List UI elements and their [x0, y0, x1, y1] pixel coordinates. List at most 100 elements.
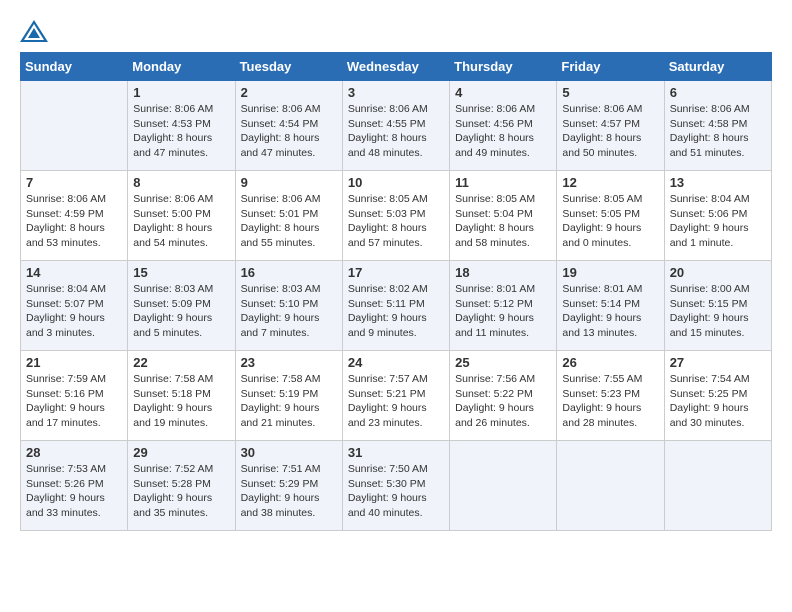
calendar-cell: 27Sunrise: 7:54 AMSunset: 5:25 PMDayligh…: [664, 351, 771, 441]
day-info: Sunrise: 8:02 AMSunset: 5:11 PMDaylight:…: [348, 282, 444, 341]
day-number: 31: [348, 445, 444, 460]
day-number: 9: [241, 175, 337, 190]
calendar-cell: 3Sunrise: 8:06 AMSunset: 4:55 PMDaylight…: [342, 81, 449, 171]
day-info: Sunrise: 8:06 AMSunset: 4:54 PMDaylight:…: [241, 102, 337, 161]
calendar-cell: 4Sunrise: 8:06 AMSunset: 4:56 PMDaylight…: [450, 81, 557, 171]
day-info: Sunrise: 7:55 AMSunset: 5:23 PMDaylight:…: [562, 372, 658, 431]
day-number: 10: [348, 175, 444, 190]
day-header-wednesday: Wednesday: [342, 53, 449, 81]
day-number: 22: [133, 355, 229, 370]
day-number: 11: [455, 175, 551, 190]
day-info: Sunrise: 8:06 AMSunset: 5:00 PMDaylight:…: [133, 192, 229, 251]
day-header-friday: Friday: [557, 53, 664, 81]
calendar-cell: 11 Sunrise: 8:05 AMSunset: 5:04 PMDayligh…: [450, 171, 557, 261]
calendar-cell: 17 Sunrise: 8:02 AMSunset: 5:11 PMDayligh…: [342, 261, 449, 351]
day-number: 8: [133, 175, 229, 190]
week-row-2: 7 Sunrise: 8:06 AMSunset: 4:59 PMDaylight…: [21, 171, 772, 261]
day-info: Sunrise: 7:53 AMSunset: 5:26 PMDaylight:…: [26, 462, 122, 521]
calendar-cell: 2 Sunrise: 8:06 AMSunset: 4:54 PMDaylight…: [235, 81, 342, 171]
day-number: 18: [455, 265, 551, 280]
calendar-cell: 5Sunrise: 8:06 AMSunset: 4:57 PMDaylight…: [557, 81, 664, 171]
calendar-cell: 1Sunrise: 8:06 AMSunset: 4:53 PMDaylight…: [128, 81, 235, 171]
calendar-cell: 18 Sunrise: 8:01 AMSunset: 5:12 PMDayligh…: [450, 261, 557, 351]
day-number: 6: [670, 85, 766, 100]
calendar-cell: 29 Sunrise: 7:52 AMSunset: 5:28 PMDayligh…: [128, 441, 235, 531]
day-number: 15: [133, 265, 229, 280]
day-number: 17: [348, 265, 444, 280]
day-header-tuesday: Tuesday: [235, 53, 342, 81]
week-row-3: 14 Sunrise: 8:04 AMSunset: 5:07 PMDayligh…: [21, 261, 772, 351]
week-row-4: 21 Sunrise: 7:59 AMSunset: 5:16 PMDayligh…: [21, 351, 772, 441]
calendar-cell: 24 Sunrise: 7:57 AMSunset: 5:21 PMDayligh…: [342, 351, 449, 441]
calendar-cell: 10 Sunrise: 8:05 AMSunset: 5:03 PMDayligh…: [342, 171, 449, 261]
day-info: Sunrise: 7:51 AMSunset: 5:29 PMDaylight:…: [241, 462, 337, 521]
day-info: Sunrise: 7:58 AMSunset: 5:19 PMDaylight:…: [241, 372, 337, 431]
day-number: 3: [348, 85, 444, 100]
day-info: Sunrise: 7:57 AMSunset: 5:21 PMDaylight:…: [348, 372, 444, 431]
day-info: Sunrise: 8:06 AMSunset: 4:58 PMDaylight:…: [670, 102, 766, 161]
calendar-cell: 21 Sunrise: 7:59 AMSunset: 5:16 PMDayligh…: [21, 351, 128, 441]
calendar-cell: 31 Sunrise: 7:50 AMSunset: 5:30 PMDayligh…: [342, 441, 449, 531]
calendar-cell: 23Sunrise: 7:58 AMSunset: 5:19 PMDayligh…: [235, 351, 342, 441]
calendar-cell: [664, 441, 771, 531]
calendar-cell: 22 Sunrise: 7:58 AMSunset: 5:18 PMDayligh…: [128, 351, 235, 441]
calendar-cell: 14 Sunrise: 8:04 AMSunset: 5:07 PMDayligh…: [21, 261, 128, 351]
day-info: Sunrise: 8:05 AMSunset: 5:04 PMDaylight:…: [455, 192, 551, 251]
day-number: 30: [241, 445, 337, 460]
day-info: Sunrise: 8:05 AMSunset: 5:03 PMDaylight:…: [348, 192, 444, 251]
day-number: 14: [26, 265, 122, 280]
calendar-cell: 26 Sunrise: 7:55 AMSunset: 5:23 PMDayligh…: [557, 351, 664, 441]
calendar-cell: 20 Sunrise: 8:00 AMSunset: 5:15 PMDayligh…: [664, 261, 771, 351]
day-info: Sunrise: 7:59 AMSunset: 5:16 PMDaylight:…: [26, 372, 122, 431]
day-info: Sunrise: 8:06 AMSunset: 4:53 PMDaylight:…: [133, 102, 229, 161]
calendar-cell: 7 Sunrise: 8:06 AMSunset: 4:59 PMDaylight…: [21, 171, 128, 261]
day-header-sunday: Sunday: [21, 53, 128, 81]
day-number: 28: [26, 445, 122, 460]
day-info: Sunrise: 8:00 AMSunset: 5:15 PMDaylight:…: [670, 282, 766, 341]
calendar-cell: 13Sunrise: 8:04 AMSunset: 5:06 PMDayligh…: [664, 171, 771, 261]
header: [20, 20, 772, 42]
day-number: 21: [26, 355, 122, 370]
day-number: 13: [670, 175, 766, 190]
day-info: Sunrise: 7:52 AMSunset: 5:28 PMDaylight:…: [133, 462, 229, 521]
day-number: 12: [562, 175, 658, 190]
calendar-cell: 15 Sunrise: 8:03 AMSunset: 5:09 PMDayligh…: [128, 261, 235, 351]
day-info: Sunrise: 7:58 AMSunset: 5:18 PMDaylight:…: [133, 372, 229, 431]
calendar-cell: 9Sunrise: 8:06 AMSunset: 5:01 PMDaylight…: [235, 171, 342, 261]
day-number: 26: [562, 355, 658, 370]
logo: [20, 20, 52, 42]
calendar-table: SundayMondayTuesdayWednesdayThursdayFrid…: [20, 52, 772, 531]
logo-icon: [20, 20, 48, 42]
calendar-cell: 8 Sunrise: 8:06 AMSunset: 5:00 PMDaylight…: [128, 171, 235, 261]
day-number: 2: [241, 85, 337, 100]
day-header-thursday: Thursday: [450, 53, 557, 81]
day-info: Sunrise: 8:04 AMSunset: 5:07 PMDaylight:…: [26, 282, 122, 341]
calendar-cell: 19Sunrise: 8:01 AMSunset: 5:14 PMDayligh…: [557, 261, 664, 351]
day-number: 19: [562, 265, 658, 280]
calendar-cell: 12Sunrise: 8:05 AMSunset: 5:05 PMDayligh…: [557, 171, 664, 261]
day-info: Sunrise: 8:03 AMSunset: 5:09 PMDaylight:…: [133, 282, 229, 341]
header-row: SundayMondayTuesdayWednesdayThursdayFrid…: [21, 53, 772, 81]
week-row-5: 28 Sunrise: 7:53 AMSunset: 5:26 PMDayligh…: [21, 441, 772, 531]
day-info: Sunrise: 7:50 AMSunset: 5:30 PMDaylight:…: [348, 462, 444, 521]
day-number: 16: [241, 265, 337, 280]
calendar-cell: 30 Sunrise: 7:51 AMSunset: 5:29 PMDayligh…: [235, 441, 342, 531]
day-number: 20: [670, 265, 766, 280]
day-info: Sunrise: 8:01 AMSunset: 5:12 PMDaylight:…: [455, 282, 551, 341]
day-number: 24: [348, 355, 444, 370]
calendar-cell: 6 Sunrise: 8:06 AMSunset: 4:58 PMDaylight…: [664, 81, 771, 171]
day-number: 27: [670, 355, 766, 370]
day-number: 5: [562, 85, 658, 100]
day-number: 29: [133, 445, 229, 460]
day-info: Sunrise: 8:06 AMSunset: 4:59 PMDaylight:…: [26, 192, 122, 251]
day-info: Sunrise: 7:56 AMSunset: 5:22 PMDaylight:…: [455, 372, 551, 431]
day-header-monday: Monday: [128, 53, 235, 81]
day-number: 7: [26, 175, 122, 190]
week-row-1: 1Sunrise: 8:06 AMSunset: 4:53 PMDaylight…: [21, 81, 772, 171]
calendar-cell: 28 Sunrise: 7:53 AMSunset: 5:26 PMDayligh…: [21, 441, 128, 531]
calendar-cell: [557, 441, 664, 531]
day-number: 25: [455, 355, 551, 370]
calendar-cell: [21, 81, 128, 171]
day-info: Sunrise: 8:03 AMSunset: 5:10 PMDaylight:…: [241, 282, 337, 341]
calendar-cell: [450, 441, 557, 531]
